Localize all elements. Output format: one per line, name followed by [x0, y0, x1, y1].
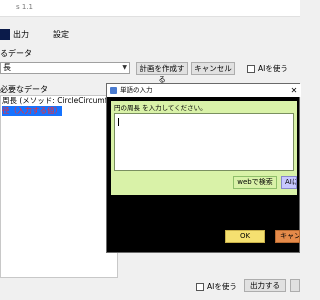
footer-ai-checkbox-label: AIを使う [207, 282, 237, 291]
ai-ask-button[interactable]: AIに任 [281, 176, 297, 189]
needed-section-label: 必要なデータ [0, 85, 48, 94]
list-item-selected[interactable]: 径（入力する値） [2, 106, 62, 116]
footer-ai-checkbox[interactable]: AIを使う [196, 281, 237, 292]
footer-button-partial[interactable] [290, 279, 300, 292]
ai-checkbox-label: AIを使う [258, 64, 288, 73]
cancel-button[interactable]: キャンセル [191, 62, 235, 75]
dialog-prompt: 円の周長 を入力してください。 [114, 104, 207, 112]
dialog-title-bar: 単語の入力 ✕ [107, 84, 301, 97]
checkbox-box[interactable] [196, 283, 204, 291]
data-combo-value: 長 [3, 63, 11, 72]
app-icon [110, 87, 117, 94]
plan-button[interactable]: 計画を作成する [136, 62, 188, 84]
chevron-down-icon: ▼ [122, 64, 127, 71]
tab-strip: 出力 設定 [0, 28, 300, 40]
data-section-label: るデータ [0, 49, 32, 58]
checkbox-box[interactable] [247, 65, 255, 73]
list-item[interactable]: 周長 (メソッド: CircleCircumferen [1, 96, 117, 106]
text-caret [118, 118, 119, 126]
dialog-cancel-button[interactable]: キャン [275, 230, 300, 243]
web-search-button[interactable]: webで検索 [233, 176, 277, 189]
output-button[interactable]: 出力する [244, 279, 286, 292]
word-input-field[interactable] [114, 113, 294, 171]
tab-output[interactable]: 出力 [10, 29, 32, 40]
ai-checkbox[interactable]: AIを使う [247, 63, 288, 74]
close-icon[interactable]: ✕ [288, 84, 300, 97]
ok-button[interactable]: OK [225, 230, 265, 243]
word-input-dialog: 単語の入力 ✕ 円の周長 を入力してください。 webで検索 AIに任 OK キ… [106, 83, 301, 253]
dialog-title: 単語の入力 [120, 86, 153, 94]
needed-data-list[interactable]: 周長 (メソッド: CircleCircumferen 径（入力する値） [0, 95, 118, 278]
title-bar: s 1.1 [0, 0, 300, 17]
window-title: s 1.1 [16, 3, 34, 11]
tab-settings[interactable]: 設定 [48, 29, 74, 40]
data-combo[interactable]: 長 ▼ [0, 62, 130, 74]
dialog-body: 円の周長 を入力してください。 webで検索 AIに任 [111, 101, 297, 195]
tab-active[interactable] [0, 29, 10, 40]
